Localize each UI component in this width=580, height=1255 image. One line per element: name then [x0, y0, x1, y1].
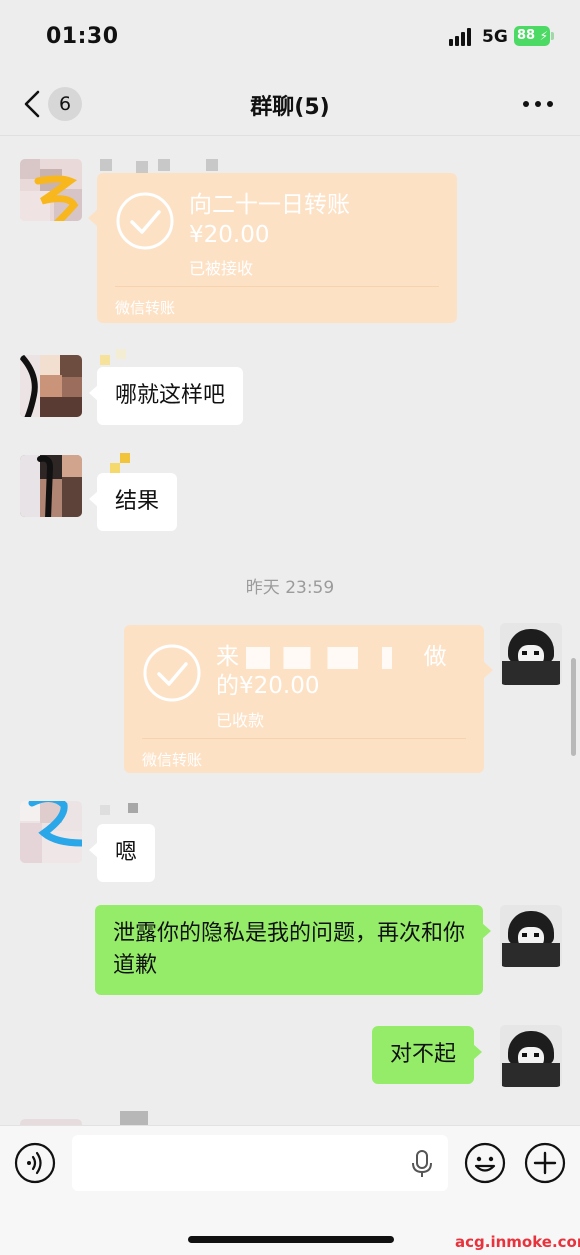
- charging-bolt-icon: ⚡: [539, 29, 548, 43]
- sender-name-blur: [100, 355, 110, 365]
- battery-icon: 88 ⚡: [514, 26, 550, 46]
- sender-name-blur: [100, 805, 110, 815]
- message-bubble[interactable]: 结果: [89, 473, 178, 531]
- emoji-button[interactable]: [464, 1142, 506, 1184]
- transfer-divider: [115, 286, 439, 287]
- signal-bars-icon: [449, 28, 475, 46]
- message-text: 对不起: [390, 1042, 457, 1067]
- transfer-card-sent[interactable]: 来 做 的¥20.00 已收款 微信转账: [124, 625, 493, 773]
- redacted-name: [246, 646, 417, 669]
- message-text: 泄露你的隐私是我的问题，再次和你道歉: [113, 921, 466, 978]
- more-dots-icon: [523, 101, 553, 107]
- sender-name-blur: [128, 803, 138, 813]
- plus-icon: [524, 1142, 566, 1184]
- transfer-amount: 的¥20.00: [216, 673, 320, 699]
- check-circle-icon: [116, 192, 174, 250]
- sender-name-blur: [120, 453, 130, 463]
- battery-cap: [551, 32, 554, 40]
- nav-bar: 6 群聊(5): [0, 72, 580, 136]
- scrollbar[interactable]: [571, 658, 576, 756]
- message-bubble[interactable]: 嗯: [89, 824, 156, 882]
- transfer-footer: 微信转账: [115, 299, 176, 317]
- status-bar: 01:30 5G 88 ⚡: [0, 0, 580, 72]
- my-avatar[interactable]: [500, 623, 562, 685]
- transfer-title: 来 做: [216, 643, 456, 671]
- avatar[interactable]: [20, 801, 82, 863]
- sender-name-blur: [158, 159, 170, 171]
- transfer-divider: [142, 738, 466, 739]
- sender-name-blur: [206, 159, 218, 171]
- timestamp-divider: 昨天 23:59: [245, 578, 335, 598]
- sender-name-blur: [136, 161, 148, 173]
- transfer-title-prefix: 来: [216, 644, 239, 670]
- transfer-title: 向二十一日转账: [189, 192, 350, 218]
- input-bar: acg.inmoke.com: [0, 1125, 580, 1255]
- message-input[interactable]: [72, 1135, 448, 1191]
- chat-title: 群聊(5): [250, 95, 330, 120]
- more-button[interactable]: [518, 92, 558, 116]
- chat-message-list[interactable]: 向二十一日转账 ¥20.00 已被接收 微信转账 哪就这样吧 结果 昨天 23:…: [0, 137, 580, 1125]
- sent-message-bubble[interactable]: 泄露你的隐私是我的问题，再次和你道歉: [95, 905, 491, 995]
- transfer-amount: ¥20.00: [189, 222, 270, 248]
- avatar[interactable]: [20, 355, 82, 417]
- sender-name-blur: [120, 1111, 148, 1125]
- message-text: 嗯: [115, 840, 138, 865]
- my-avatar[interactable]: [500, 1025, 562, 1087]
- voice-icon: [14, 1142, 56, 1184]
- battery-level: 88: [517, 28, 536, 43]
- more-actions-button[interactable]: [524, 1142, 566, 1184]
- transfer-card-received[interactable]: 向二十一日转账 ¥20.00 已被接收 微信转账: [88, 173, 457, 323]
- sender-name-blur: [116, 349, 126, 359]
- transfer-footer: 微信转账: [142, 751, 203, 769]
- transfer-status: 已被接收: [189, 259, 254, 278]
- sender-name-blur: [110, 463, 120, 473]
- avatar[interactable]: [20, 455, 82, 517]
- home-indicator[interactable]: [188, 1236, 394, 1243]
- watermark: acg.inmoke.com: [455, 1233, 580, 1251]
- status-time: 01:30: [46, 24, 119, 49]
- message-text: 哪就这样吧: [115, 383, 226, 408]
- network-type: 5G: [482, 27, 508, 47]
- check-circle-icon: [143, 644, 201, 702]
- transfer-status: 已收款: [216, 711, 265, 730]
- sent-message-bubble[interactable]: 对不起: [372, 1026, 483, 1084]
- message-bubble[interactable]: 哪就这样吧: [89, 367, 244, 425]
- microphone-icon[interactable]: [410, 1150, 434, 1178]
- transfer-title-suffix: 做: [423, 644, 447, 670]
- voice-toggle-button[interactable]: [14, 1142, 56, 1184]
- avatar[interactable]: [20, 159, 82, 221]
- smiley-icon: [464, 1142, 506, 1184]
- sender-name-blur: [100, 159, 112, 171]
- message-text: 结果: [115, 489, 160, 514]
- my-avatar[interactable]: [500, 905, 562, 967]
